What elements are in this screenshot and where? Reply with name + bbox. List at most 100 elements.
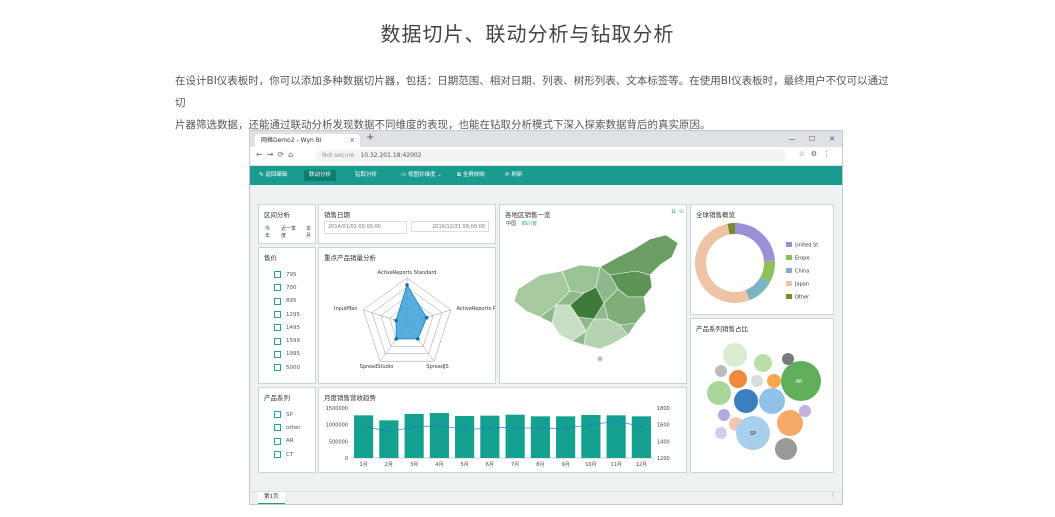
refresh-button[interactable]: ⟳ 刷新 <box>500 170 527 181</box>
checkbox[interactable] <box>274 424 281 432</box>
bar <box>379 420 399 458</box>
sheet-tab[interactable]: 第1页 <box>258 492 285 504</box>
series-item[interactable]: CT <box>274 448 301 461</box>
radar-chart[interactable]: ActiveReports Standard ActiveReports P Spr… <box>319 262 495 382</box>
window-controls: — ☐ ✕ <box>782 131 842 147</box>
dashboard-toolbar: ✎ 返回编辑 联动分析 钻取分析 ▭ 视图并维度 ⌄ ⧉ 全屏放映 ⟳ 刷新 <box>250 166 842 185</box>
interval-option[interactable]: 近一季度 <box>281 225 299 239</box>
donut-chart[interactable]: United St Erope China Japan Other <box>691 215 835 315</box>
drill-button[interactable]: 钻取分析 <box>350 170 382 181</box>
series-panel: 产品系列 SP other AR CT <box>258 387 316 473</box>
start-date-field[interactable]: 2014/01/01 00:00:00 <box>324 221 407 234</box>
linkage-button[interactable]: 联动分析 <box>304 170 337 181</box>
interval-option[interactable]: 今年 <box>265 225 274 239</box>
checkbox[interactable] <box>274 350 281 358</box>
url-field[interactable]: Not secure 10.32.201.18:42002 <box>316 150 786 162</box>
radar-label: ActiveReports P <box>456 306 495 312</box>
china-map[interactable] <box>500 231 686 381</box>
y-tick-label: 0 <box>345 456 348 462</box>
checkbox[interactable] <box>274 411 281 419</box>
new-tab-icon[interactable]: + <box>366 132 374 143</box>
x-tick-label: 12月 <box>636 462 647 468</box>
close-tab-icon[interactable]: × <box>349 134 355 147</box>
nav-icons[interactable]: ←→⟳⌂ <box>256 150 297 159</box>
close-window-icon[interactable]: ✕ <box>822 131 842 147</box>
map-tab-china[interactable]: 中国 <box>506 220 516 227</box>
sheet-bar: 第1页 ⋮ <box>250 491 842 504</box>
x-tick-label: 3月 <box>410 462 418 468</box>
checkbox[interactable] <box>274 297 281 305</box>
checkbox[interactable] <box>274 284 281 292</box>
price-item[interactable]: 1495 <box>274 321 300 334</box>
browser-menu-icons[interactable]: ☆⚙⋮ <box>798 150 836 158</box>
page-title: 数据切片、联动分析与钻取分析 <box>380 22 675 46</box>
price-item[interactable]: 700 <box>274 281 300 294</box>
minimize-icon[interactable]: — <box>782 131 802 147</box>
browser-window: 网格Demo2 - Wyn BI × + — ☐ ✕ ←→⟳⌂ Not secu… <box>249 130 843 505</box>
trend-point <box>614 420 618 423</box>
series-list: SP other AR CT <box>274 408 301 461</box>
price-item[interactable]: 5000 <box>274 361 300 374</box>
end-date-field[interactable]: 2016/12/31 00:00:00 <box>411 221 489 232</box>
series-label: SP <box>286 411 293 418</box>
series-item[interactable]: AR <box>274 435 301 448</box>
interval-option[interactable]: 本月 <box>306 225 315 239</box>
series-item[interactable]: other <box>274 421 301 434</box>
x-tick-label: 8月 <box>536 462 544 468</box>
price-item[interactable]: 895 <box>274 295 300 308</box>
bubble-label-sp: SP <box>750 431 756 437</box>
bubble-chart[interactable]: AR SP <box>691 333 833 473</box>
donut-slice <box>735 223 775 262</box>
price-item[interactable]: 1599 <box>274 334 300 347</box>
y2-tick-label: 1400 <box>657 439 670 445</box>
bubble-panel: 产品系列销售占比 AR SP <box>690 318 834 473</box>
donut-panel: 全球销售概览 United St Erope China Japan Other <box>690 204 834 315</box>
checkbox[interactable] <box>274 437 281 445</box>
more-icon[interactable]: ⋮ <box>830 492 836 499</box>
drill-icon[interactable]: ⇊ <box>671 208 676 215</box>
y-tick-label: 1000000 <box>326 423 348 429</box>
fullscreen-button[interactable]: ⧉ 全屏放映 <box>452 170 490 181</box>
checkbox[interactable] <box>274 364 281 372</box>
trend-point <box>513 425 517 429</box>
trend-point <box>362 425 365 428</box>
bubble-label-ar: AR <box>796 379 803 385</box>
intro-text: 在设计BI仪表板时，你可以添加多种数据切片器，包括：日期范围、相对日期、列表、树… <box>175 70 895 136</box>
checkbox[interactable] <box>274 337 281 345</box>
trend-chart[interactable]: 1500000 1000000 500000 0 1800 1600 1400 1200 1月 2… <box>319 400 686 472</box>
x-tick-label: 7月 <box>511 462 519 468</box>
radar-point <box>394 318 398 323</box>
back-icon[interactable]: ⊖ <box>679 208 684 215</box>
checkbox[interactable] <box>274 324 281 332</box>
view-button[interactable]: ▭ 视图并维度 ⌄ <box>396 170 447 181</box>
map-tab-sichuan[interactable]: 四川省 <box>522 220 537 227</box>
trend-point <box>640 425 643 428</box>
fullscreen-button-label: 全屏放映 <box>462 172 485 178</box>
legend-label: Other <box>795 295 810 301</box>
trend-point <box>387 430 391 433</box>
maximize-icon[interactable]: ☐ <box>802 131 822 147</box>
bar <box>429 413 449 458</box>
checkbox[interactable] <box>274 451 281 459</box>
checkbox[interactable] <box>274 311 281 319</box>
price-label: 1295 <box>286 311 300 318</box>
checkbox[interactable] <box>274 271 281 279</box>
price-item[interactable]: 1295 <box>274 308 300 321</box>
y2-tick-label: 1200 <box>657 456 670 462</box>
refresh-button-label: 刷新 <box>511 172 523 178</box>
edit-button[interactable]: ✎ 返回编辑 <box>254 170 292 181</box>
price-item[interactable]: 795 <box>274 268 300 281</box>
donut-slice <box>695 223 750 303</box>
series-item[interactable]: SP <box>274 408 301 421</box>
price-item[interactable]: 1995 <box>274 348 300 361</box>
donut-slice <box>745 276 771 301</box>
price-label: 1495 <box>286 324 300 331</box>
x-tick-label: 4月 <box>435 462 443 468</box>
trend-point <box>412 425 416 429</box>
radar-area <box>395 283 428 340</box>
browser-tab[interactable]: 网格Demo2 - Wyn BI × <box>255 134 360 147</box>
bar <box>354 415 374 458</box>
x-tick-label: 6月 <box>486 462 494 468</box>
trend-point <box>564 426 567 430</box>
legend-swatch <box>786 242 792 247</box>
